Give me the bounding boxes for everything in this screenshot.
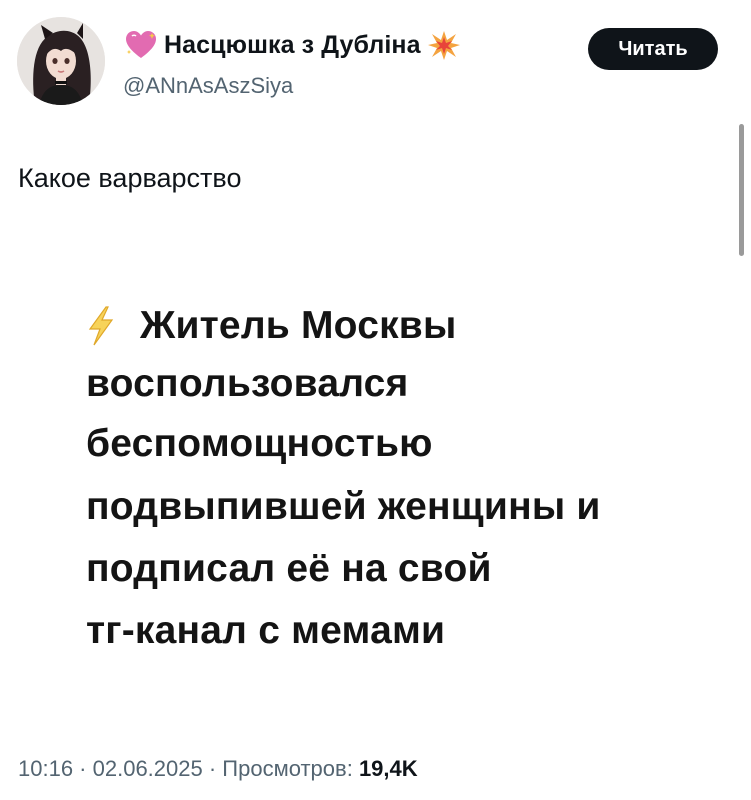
- tweet-text: Какое варварство: [18, 163, 242, 193]
- media-text-line: подвыпившей женщины и: [86, 485, 601, 528]
- avatar-image: [17, 17, 105, 105]
- author-name-row[interactable]: Насцюшка з Дубліна: [124, 30, 461, 60]
- tweet-meta: 10:16 · 02.06.2025 · Просмотров: 19,4K: [18, 756, 418, 782]
- sparkling-heart-icon: [124, 30, 158, 60]
- tweet-time[interactable]: 10:16: [18, 756, 73, 781]
- avatar[interactable]: [17, 17, 105, 105]
- views-label: Просмотров:: [222, 756, 353, 781]
- meta-separator: ·: [73, 756, 93, 781]
- media-text-line: тг-канал с мемами: [86, 609, 446, 652]
- views-count: 19,4K: [358, 756, 418, 781]
- collision-icon: [427, 30, 461, 60]
- meta-separator: ·: [202, 756, 223, 781]
- media-text-line: подписал её на свой: [86, 547, 492, 590]
- follow-button[interactable]: Читать: [588, 28, 718, 70]
- author-display-name[interactable]: Насцюшка з Дубліна: [164, 31, 421, 60]
- scrollbar[interactable]: [739, 124, 744, 256]
- tweet-date[interactable]: 02.06.2025: [93, 756, 203, 781]
- media-text-line: воспользовался: [86, 362, 409, 405]
- media-text-line: беспомощностью: [86, 422, 433, 465]
- media-text-line: Житель Москвы: [140, 304, 457, 347]
- tweet-media-image[interactable]: Житель Москвы воспользовался беспомощнос…: [76, 292, 656, 672]
- author-handle[interactable]: @ANnAsAszSiya: [123, 73, 293, 99]
- lightning-icon: [86, 306, 116, 346]
